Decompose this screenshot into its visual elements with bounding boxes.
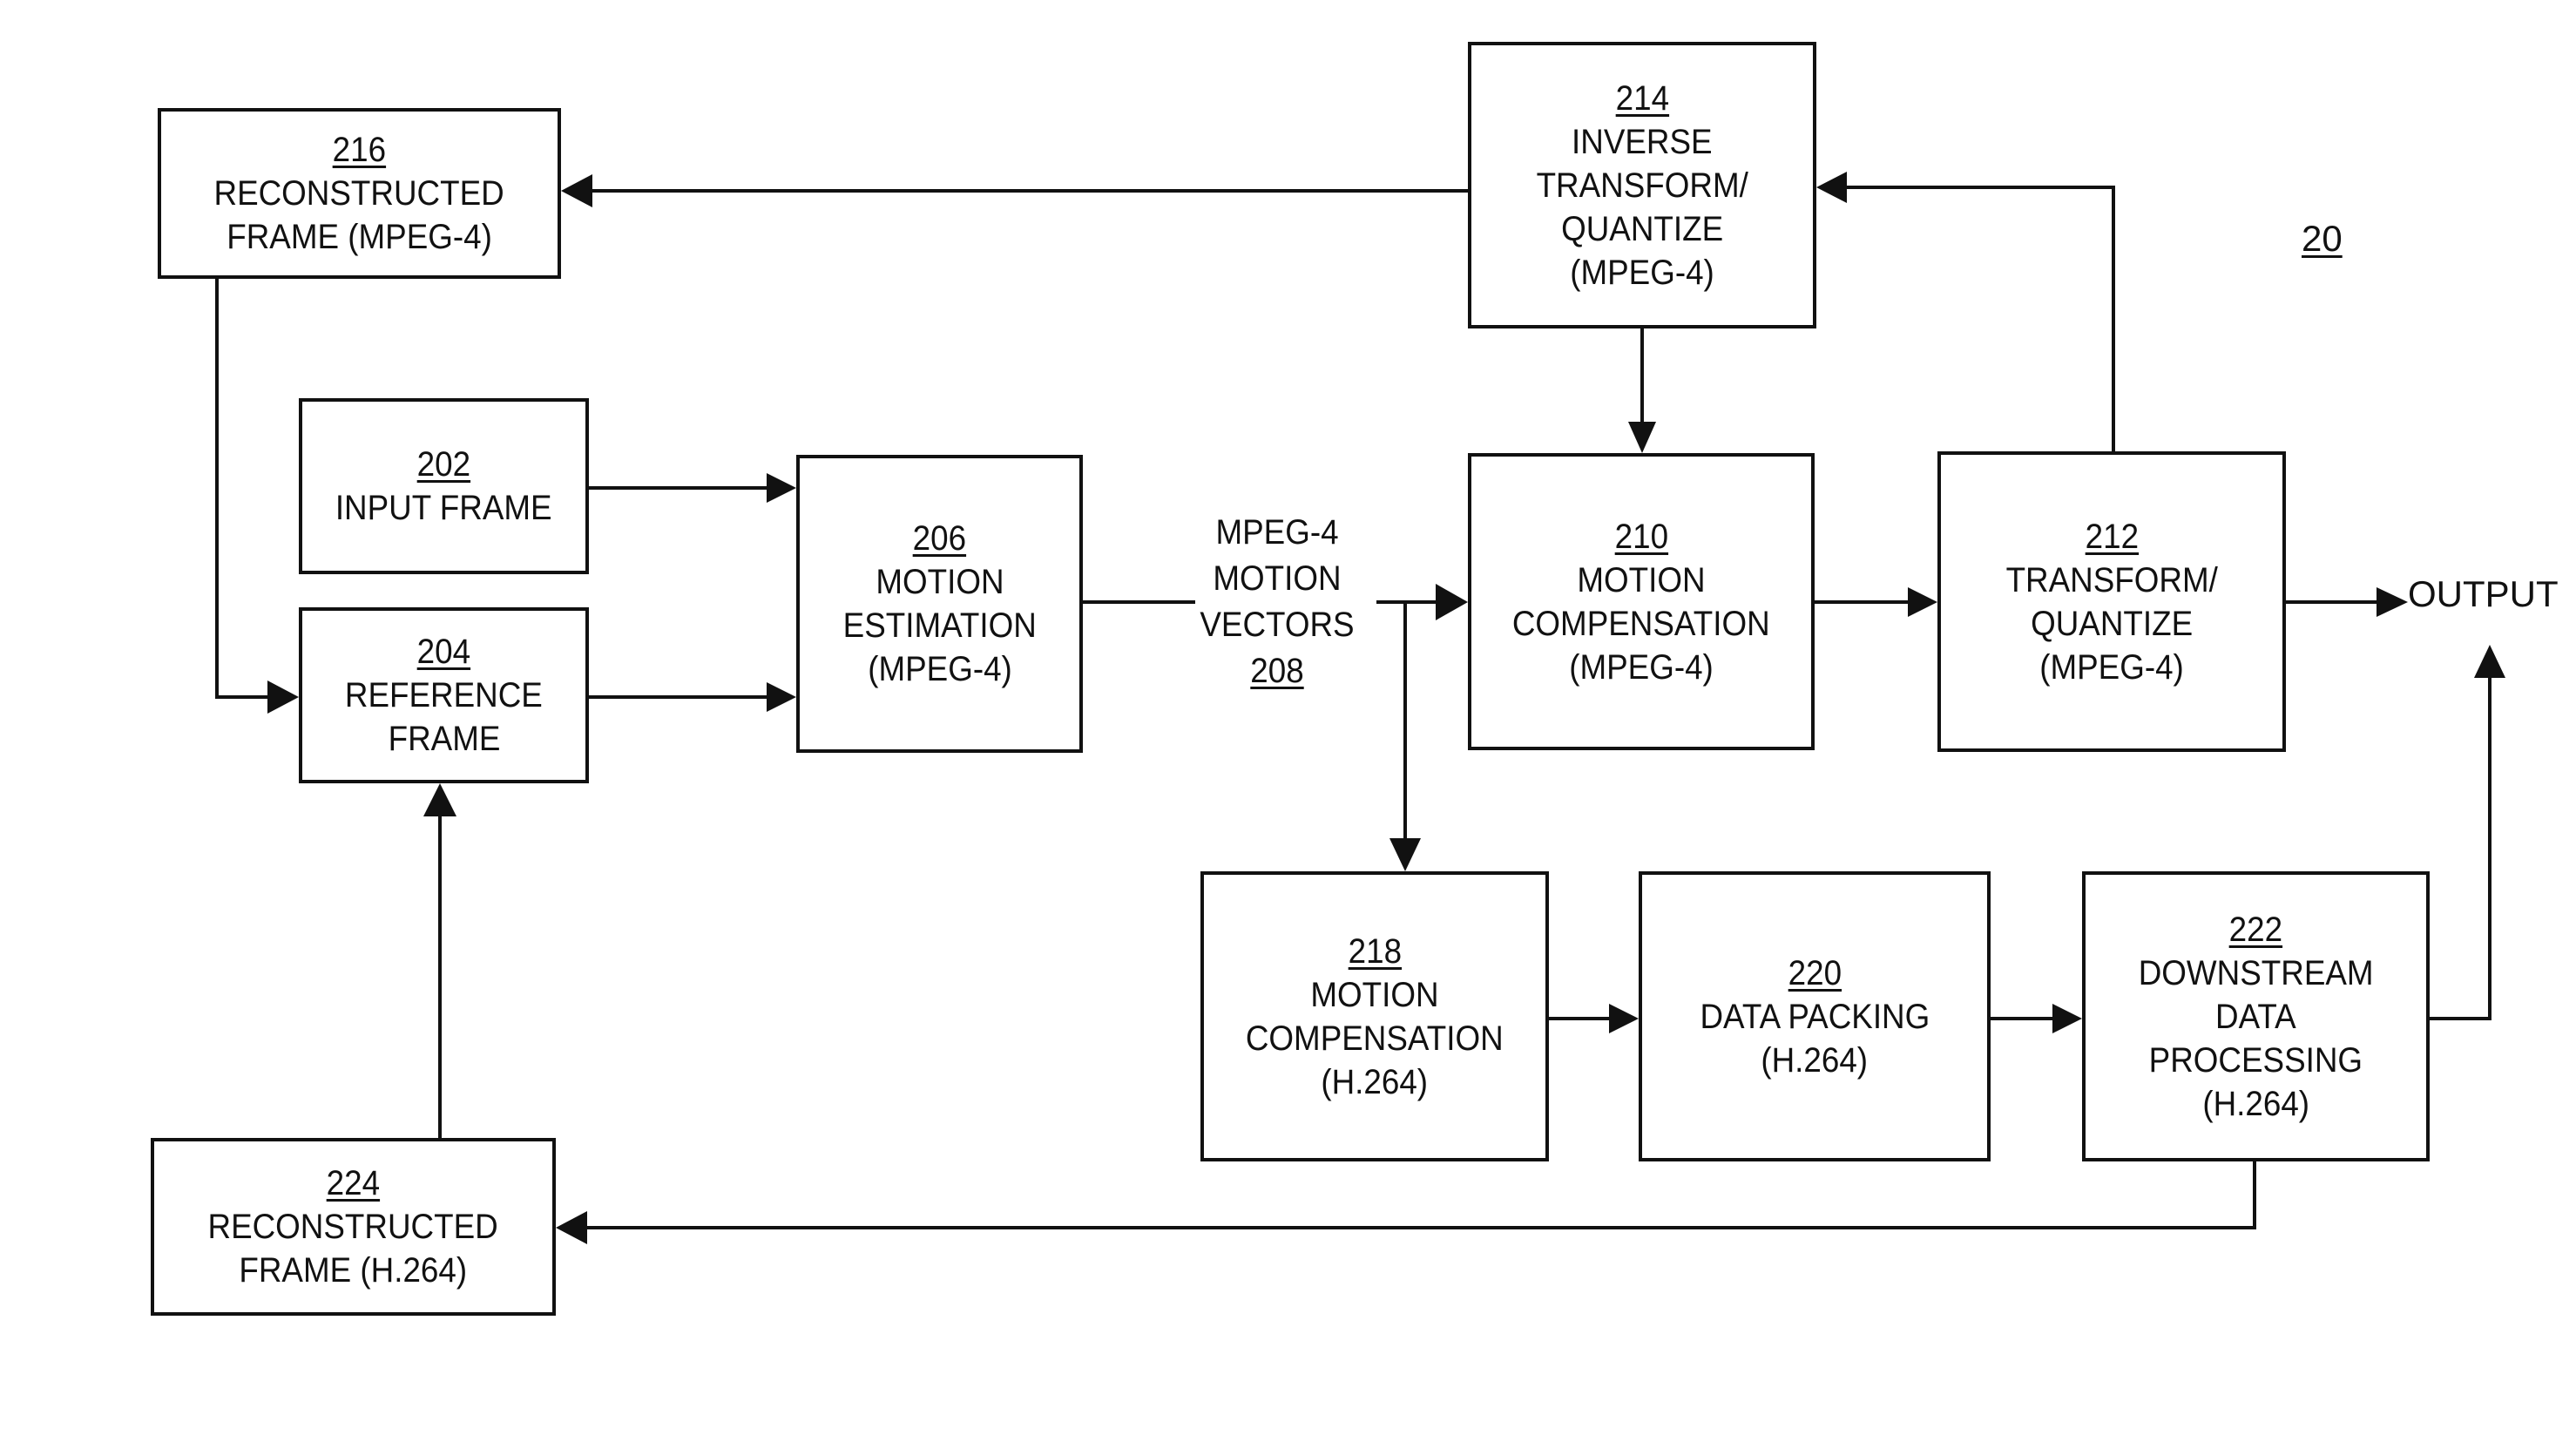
block-ref-number: 214 <box>1615 78 1669 118</box>
connector-216-to-204 <box>215 279 274 699</box>
signal-label-line: MPEG-4 <box>1215 513 1339 552</box>
arrowhead-into-210 <box>1436 584 1468 620</box>
block-ref-number: 220 <box>1788 953 1842 992</box>
output-label: OUTPUT <box>2408 573 2559 614</box>
block-label-line: TRANSFORM/ <box>1536 166 1748 205</box>
arrowhead-into-222 <box>2052 1004 2082 1033</box>
arrowhead-into-214 <box>1816 172 1847 203</box>
block-206-motion-estimation: 206 MOTION ESTIMATION (MPEG-4) <box>796 455 1083 753</box>
arrowhead-into-210-top <box>1628 422 1656 453</box>
block-ref-number: 210 <box>1614 517 1668 556</box>
arrowhead-into-218 <box>1389 838 1421 871</box>
block-label-line: (MPEG-4) <box>1570 253 1714 292</box>
block-ref-number: 202 <box>416 445 471 484</box>
block-label-line: TRANSFORM/ <box>2005 560 2218 599</box>
arrowhead-into-224 <box>556 1211 587 1244</box>
block-218-motion-compensation-h264: 218 MOTION COMPENSATION (H.264) <box>1200 871 1549 1161</box>
block-ref-number: 218 <box>1348 931 1402 971</box>
signal-208-mpeg4-motion-vectors: MPEG-4 MOTION VECTORS 208 <box>1181 510 1373 694</box>
block-label-line: (H.264) <box>1321 1062 1429 1101</box>
block-202-input-frame: 202 INPUT FRAME <box>299 398 589 574</box>
block-label-line: RECONSTRUCTED <box>213 174 505 213</box>
arrowhead-into-206-bottom <box>767 682 796 712</box>
block-214-inverse-transform-quantize: 214 INVERSE TRANSFORM/ QUANTIZE (MPEG-4) <box>1468 42 1816 328</box>
block-label-line: MOTION <box>1577 560 1706 599</box>
arrowhead-into-212 <box>1908 587 1937 617</box>
block-ref-number: 206 <box>912 519 967 558</box>
arrowhead-into-output-from-below <box>2474 645 2505 678</box>
block-label-line: DATA <box>2215 997 2296 1036</box>
block-224-reconstructed-frame-h264: 224 RECONSTRUCTED FRAME (H.264) <box>151 1138 556 1316</box>
block-label-line: (MPEG-4) <box>2039 647 2184 687</box>
arrowhead-into-220 <box>1609 1004 1639 1033</box>
block-ref-number: 204 <box>416 633 471 671</box>
block-222-downstream-data-processing: 222 DOWNSTREAM DATA PROCESSING (H.264) <box>2082 871 2430 1161</box>
block-label-line: INPUT FRAME <box>335 489 552 527</box>
block-label-line: INVERSE <box>1572 122 1713 161</box>
block-216-reconstructed-frame-mpeg4: 216 RECONSTRUCTED FRAME (MPEG-4) <box>158 108 561 279</box>
connector-222-to-224 <box>580 1161 2256 1229</box>
block-label-line: ESTIMATION <box>842 606 1037 645</box>
block-label-line: FRAME (H.264) <box>239 1251 468 1290</box>
signal-label-line: MOTION <box>1213 559 1342 598</box>
block-ref-number: 222 <box>2228 910 2283 949</box>
arrowhead-into-206-top <box>767 473 796 503</box>
figure-reference-number: 20 <box>2302 218 2343 259</box>
block-label-line: DOWNSTREAM <box>2138 953 2374 992</box>
block-label-line: FRAME (MPEG-4) <box>226 218 492 256</box>
arrowhead-into-output <box>2377 587 2408 617</box>
block-212-transform-quantize: 212 TRANSFORM/ QUANTIZE (MPEG-4) <box>1937 451 2286 752</box>
block-label-line: RECONSTRUCTED <box>207 1208 499 1246</box>
block-label-line: MOTION <box>875 563 1004 601</box>
connector-222-to-output <box>2430 674 2491 1020</box>
block-label-line: QUANTIZE <box>2030 604 2194 643</box>
block-label-line: (H.264) <box>2202 1084 2309 1123</box>
block-label-line: COMPENSATION <box>1512 604 1770 643</box>
block-label-line: DATA PACKING <box>1700 997 1930 1036</box>
block-210-motion-compensation-mpeg4: 210 MOTION COMPENSATION (MPEG-4) <box>1468 453 1815 750</box>
block-204-reference-frame: 204 REFERENCE FRAME <box>299 607 589 783</box>
block-label-line: MOTION <box>1310 975 1439 1014</box>
block-ref-number: 224 <box>326 1164 381 1202</box>
arrowhead-into-204-bottom <box>423 783 456 816</box>
connector-212-to-214 <box>1841 186 2115 451</box>
block-220-data-packing: 220 DATA PACKING (H.264) <box>1639 871 1991 1161</box>
block-label-line: (H.264) <box>1761 1040 1869 1080</box>
block-label-line: (MPEG-4) <box>1569 647 1714 687</box>
block-label-line: QUANTIZE <box>1560 209 1724 248</box>
block-label-line: FRAME <box>388 720 500 758</box>
block-ref-number: 216 <box>332 131 387 169</box>
arrowhead-into-204-left <box>267 680 299 714</box>
arrowhead-into-216 <box>561 174 592 207</box>
block-ref-number: 212 <box>2085 517 2139 556</box>
block-label-line: REFERENCE <box>345 676 543 714</box>
block-label-line: COMPENSATION <box>1246 1019 1504 1058</box>
signal-ref-number: 208 <box>1250 652 1304 690</box>
signal-label-line: VECTORS <box>1200 606 1355 644</box>
block-label-line: PROCESSING <box>2148 1040 2363 1080</box>
block-label-line: (MPEG-4) <box>867 650 1012 688</box>
